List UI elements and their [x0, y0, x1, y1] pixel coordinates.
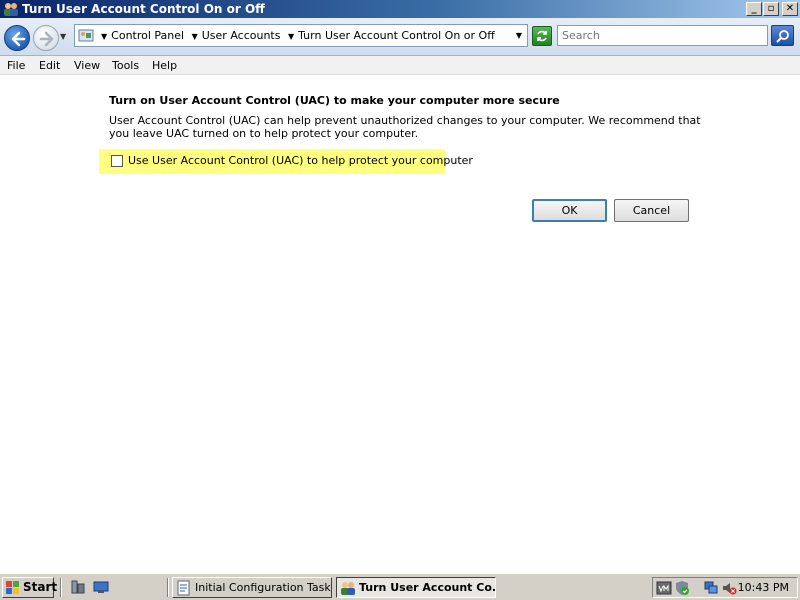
menu-file[interactable]: File — [7, 59, 25, 72]
menu-help[interactable]: Help — [152, 59, 177, 72]
network-icon[interactable] — [703, 580, 719, 596]
breadcrumb-current-page[interactable]: Turn User Account Control On or Off — [298, 29, 495, 42]
back-button[interactable] — [4, 25, 30, 51]
minimize-button[interactable]: _ — [746, 2, 762, 16]
volume-muted-icon[interactable] — [721, 580, 737, 596]
start-button[interactable]: Start — [2, 577, 58, 598]
chevron-down-icon[interactable]: ▼ — [192, 32, 198, 41]
window-title: Turn User Account Control On or Off — [22, 2, 265, 16]
search-icon — [776, 30, 789, 43]
close-button[interactable]: ✕ — [782, 2, 798, 16]
page-heading: Turn on User Account Control (UAC) to ma… — [109, 94, 560, 107]
task-label: Turn User Account Co... — [359, 581, 496, 594]
address-dropdown-icon[interactable]: ▼ — [516, 25, 522, 46]
refresh-button[interactable] — [532, 26, 552, 46]
menu-bar: File Edit View Tools Help — [0, 56, 800, 75]
forward-button[interactable] — [33, 25, 59, 51]
ok-button[interactable]: OK — [532, 199, 607, 222]
taskbar-separator — [167, 578, 169, 597]
clock[interactable]: 10:43 PM — [738, 581, 789, 594]
cancel-button[interactable]: Cancel — [614, 199, 689, 222]
users-icon — [4, 3, 18, 16]
title-bar[interactable]: Turn User Account Control On or Off _ ▫ … — [0, 0, 800, 18]
address-toolbar: ▼ ▼ Control Panel ▼ User Accounts ▼ Turn Us… — [0, 18, 800, 56]
menu-view[interactable]: View — [74, 59, 100, 72]
control-panel-icon — [78, 29, 94, 42]
maximize-button[interactable]: ▫ — [763, 2, 779, 16]
search-button[interactable] — [771, 25, 794, 46]
uac-checkbox-label[interactable]: Use User Account Control (UAC) to help p… — [128, 154, 473, 167]
menu-edit[interactable]: Edit — [39, 59, 60, 72]
task-turn-uac[interactable]: Turn User Account Co... — [336, 577, 496, 598]
task-initial-configuration[interactable]: Initial Configuration Tasks — [172, 577, 332, 598]
configuration-tasks-icon — [177, 580, 190, 596]
taskbar-separator — [60, 578, 62, 597]
breadcrumb-control-panel[interactable]: Control Panel — [111, 29, 184, 42]
back-arrow-icon — [11, 31, 26, 47]
forward-arrow-icon — [39, 31, 54, 47]
chevron-down-icon[interactable]: ▼ — [101, 32, 107, 41]
vmware-tools-icon[interactable] — [656, 580, 672, 596]
windows-flag-icon — [6, 581, 19, 594]
uac-checkbox[interactable] — [111, 155, 123, 167]
chevron-down-icon[interactable]: ▼ — [288, 32, 294, 41]
address-field[interactable]: ▼ Control Panel ▼ User Accounts ▼ Turn User… — [74, 24, 528, 47]
taskbar: Start Initial Configuration Tasks Turn U… — [0, 573, 800, 600]
breadcrumb: ▼ Control Panel ▼ User Accounts ▼ Turn User… — [97, 25, 495, 46]
page-description: User Account Control (UAC) can help prev… — [109, 114, 701, 140]
history-dropdown-icon[interactable]: ▼ — [60, 32, 66, 41]
show-desktop-icon[interactable] — [93, 579, 109, 595]
users-icon — [341, 582, 355, 595]
start-label: Start — [23, 580, 58, 594]
task-label: Initial Configuration Tasks — [195, 581, 332, 594]
breadcrumb-user-accounts[interactable]: User Accounts — [202, 29, 281, 42]
refresh-icon — [537, 30, 547, 42]
system-tray: 10:43 PM — [652, 577, 798, 598]
server-manager-icon[interactable] — [70, 579, 86, 595]
security-shield-icon[interactable] — [674, 580, 690, 596]
menu-tools[interactable]: Tools — [112, 59, 139, 72]
search-input[interactable] — [557, 25, 768, 46]
